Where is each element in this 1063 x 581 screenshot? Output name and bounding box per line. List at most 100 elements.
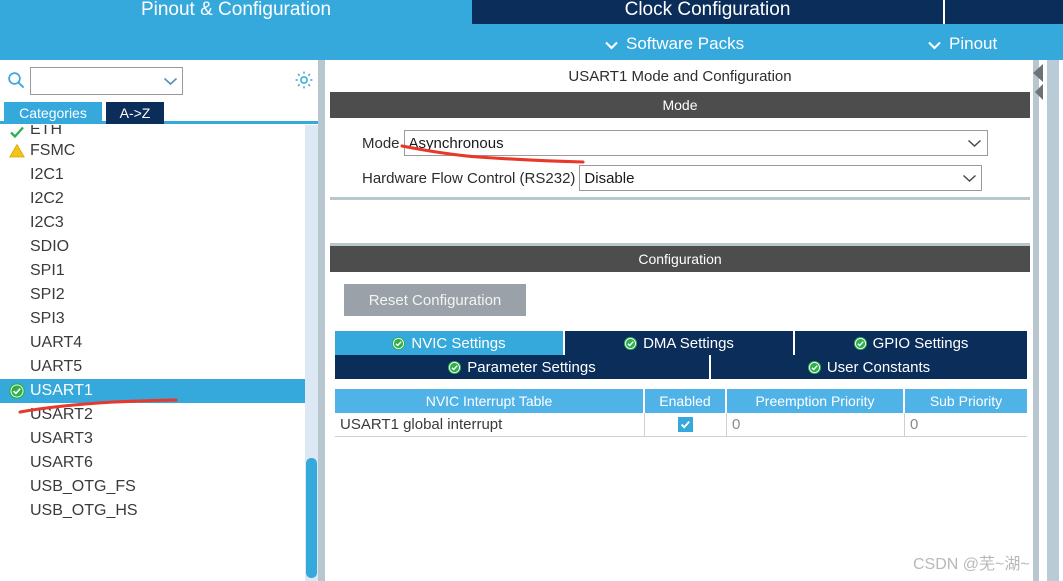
sidebar-item-label: USB_OTG_FS xyxy=(30,478,136,495)
peripheral-list[interactable]: ETH FSMC I2C1 I2C2 I2C3 SDIO SPI1 SPI2 SPI3 UART4… xyxy=(0,125,305,581)
secondary-menu-bar: Software Packs Pinout xyxy=(0,28,1063,60)
search-combo[interactable] xyxy=(30,67,183,95)
sidebar-item-i2c2[interactable]: I2C2 xyxy=(0,187,305,211)
sidebar-item-usart2[interactable]: USART2 xyxy=(0,403,305,427)
sidebar-item-uart4[interactable]: UART4 xyxy=(0,331,305,355)
cell-sub-priority[interactable]: 0 xyxy=(905,413,1027,437)
cell-preemption-priority[interactable]: 0 xyxy=(727,413,905,437)
cell-enabled[interactable] xyxy=(645,413,727,437)
checkbox-checked-icon[interactable] xyxy=(678,417,693,432)
chevron-down-icon[interactable] xyxy=(963,139,987,148)
hardware-flow-control-label: Hardware Flow Control (RS232) xyxy=(362,169,576,187)
status-icon xyxy=(9,383,25,399)
config-tab-label: NVIC Settings xyxy=(411,334,506,352)
chevron-down-icon xyxy=(928,39,941,52)
sidebar-item-usart3[interactable]: USART3 xyxy=(0,427,305,451)
menu-software-packs-label: Software Packs xyxy=(626,34,745,53)
menu-software-packs[interactable]: Software Packs xyxy=(605,28,744,60)
sidebar-search-row xyxy=(0,60,322,102)
sidebar-item-label: I2C2 xyxy=(30,190,64,207)
check-circle-icon xyxy=(392,336,406,350)
peripheral-sidebar: Categories A->Z ETH FSMC I2C1 I2C2 I2C3 SDIO S… xyxy=(0,60,322,581)
tab-additional[interactable] xyxy=(945,0,1063,24)
sidebar-sub-tabs: Categories A->Z xyxy=(0,102,322,124)
warning-icon xyxy=(9,143,25,158)
sidebar-item-usb_otg_fs[interactable]: USB_OTG_FS xyxy=(0,475,305,499)
column-header-interrupt[interactable]: NVIC Interrupt Table xyxy=(335,389,645,413)
tab-pinout-configuration[interactable]: Pinout & Configuration xyxy=(0,0,472,24)
sidebar-item-label: SPI2 xyxy=(30,286,65,303)
sidebar-splitter[interactable] xyxy=(318,60,325,581)
configuration-panel: USART1 Mode and Configuration Mode Mode … xyxy=(330,60,1033,581)
panel-collapse-arrows[interactable] xyxy=(1029,62,1047,112)
sidebar-item-label: SDIO xyxy=(30,238,70,255)
check-circle-icon xyxy=(807,360,821,374)
sidebar-subtab-a-to-z[interactable]: A->Z xyxy=(106,102,164,124)
tab-pinout-configuration-label: Pinout & Configuration xyxy=(140,0,332,20)
sidebar-item-usart1[interactable]: USART1 xyxy=(0,379,305,403)
reset-configuration-button[interactable]: Reset Configuration xyxy=(344,284,526,316)
sidebar-item-spi1[interactable]: SPI1 xyxy=(0,259,305,283)
chevron-down-icon[interactable] xyxy=(957,174,981,183)
sidebar-item-label: FSMC xyxy=(30,142,76,159)
gear-icon[interactable] xyxy=(294,70,314,90)
column-header-preemption-priority[interactable]: Preemption Priority xyxy=(727,389,905,413)
configuration-tabs-row-1: NVIC Settings DMA Settings GPIO Settings xyxy=(335,331,1027,355)
mode-field-row: Mode Asynchronous xyxy=(362,130,988,156)
sidebar-item-label: USART6 xyxy=(30,454,93,471)
sidebar-subtab-categories[interactable]: Categories xyxy=(4,102,102,124)
table-body: USART1 global interrupt 0 0 xyxy=(335,413,1027,437)
config-tab-nvic-settings[interactable]: NVIC Settings xyxy=(335,331,565,355)
config-tab-parameter-settings[interactable]: Parameter Settings xyxy=(335,355,711,379)
sidebar-subtab-a-to-z-label: A->Z xyxy=(119,105,151,121)
sidebar-item-i2c3[interactable]: I2C3 xyxy=(0,211,305,235)
sidebar-item-label: USART3 xyxy=(30,430,93,447)
sidebar-item-eth[interactable]: ETH xyxy=(0,125,305,139)
sidebar-item-i2c1[interactable]: I2C1 xyxy=(0,163,305,187)
hardware-flow-control-value: Disable xyxy=(584,169,635,187)
chevron-down-icon[interactable] xyxy=(159,68,181,94)
table-header-row: NVIC Interrupt Table Enabled Preemption … xyxy=(335,389,1027,413)
sidebar-scrollbar-thumb[interactable] xyxy=(306,458,317,578)
sidebar-item-label: SPI3 xyxy=(30,310,65,327)
main-tab-strip: Pinout & Configuration Clock Configurati… xyxy=(0,0,1063,28)
right-scrollbar-track[interactable] xyxy=(1047,60,1059,581)
sidebar-item-spi3[interactable]: SPI3 xyxy=(0,307,305,331)
config-tab-gpio-settings[interactable]: GPIO Settings xyxy=(795,331,1027,355)
sidebar-item-spi2[interactable]: SPI2 xyxy=(0,283,305,307)
hardware-flow-control-select[interactable]: Disable xyxy=(579,165,983,191)
search-input[interactable] xyxy=(34,69,159,93)
mode-section-body: Mode Asynchronous Hardware Flow Control … xyxy=(330,118,1030,200)
config-tab-user-constants[interactable]: User Constants xyxy=(711,355,1027,379)
right-panel-splitter[interactable] xyxy=(1033,60,1039,581)
sidebar-item-uart5[interactable]: UART5 xyxy=(0,355,305,379)
check-circle-icon xyxy=(624,336,638,350)
nvic-interrupt-table: NVIC Interrupt Table Enabled Preemption … xyxy=(335,389,1027,437)
sidebar-subtab-categories-label: Categories xyxy=(19,105,87,121)
config-tab-label: Parameter Settings xyxy=(467,358,596,376)
table-row[interactable]: USART1 global interrupt 0 0 xyxy=(335,413,1027,437)
menu-pinout[interactable]: Pinout xyxy=(928,28,997,60)
column-header-sub-priority[interactable]: Sub Priority xyxy=(905,389,1027,413)
mode-field-label: Mode xyxy=(362,134,400,152)
sidebar-item-sdio[interactable]: SDIO xyxy=(0,235,305,259)
sidebar-item-usart6[interactable]: USART6 xyxy=(0,451,305,475)
mode-select[interactable]: Asynchronous xyxy=(403,130,988,156)
search-icon xyxy=(7,71,25,89)
tab-clock-configuration-label: Clock Configuration xyxy=(624,0,791,20)
tab-clock-configuration[interactable]: Clock Configuration xyxy=(472,0,945,24)
sidebar-item-label: UART5 xyxy=(30,358,83,375)
mode-section-header: Mode xyxy=(330,92,1030,118)
cubemx-window: Pinout & Configuration Clock Configurati… xyxy=(0,0,1063,581)
status-icon xyxy=(9,125,25,140)
sidebar-item-fsmc[interactable]: FSMC xyxy=(0,139,305,163)
sidebar-item-label: ETH xyxy=(30,125,62,138)
config-tab-dma-settings[interactable]: DMA Settings xyxy=(565,331,795,355)
chevron-down-icon xyxy=(605,39,618,52)
menu-pinout-label: Pinout xyxy=(949,34,998,53)
column-header-enabled[interactable]: Enabled xyxy=(645,389,727,413)
check-circle-icon xyxy=(853,336,867,350)
mode-select-value: Asynchronous xyxy=(408,134,504,152)
sidebar-item-usb_otg_hs[interactable]: USB_OTG_HS xyxy=(0,499,305,523)
sidebar-item-label: USB_OTG_HS xyxy=(30,502,138,519)
